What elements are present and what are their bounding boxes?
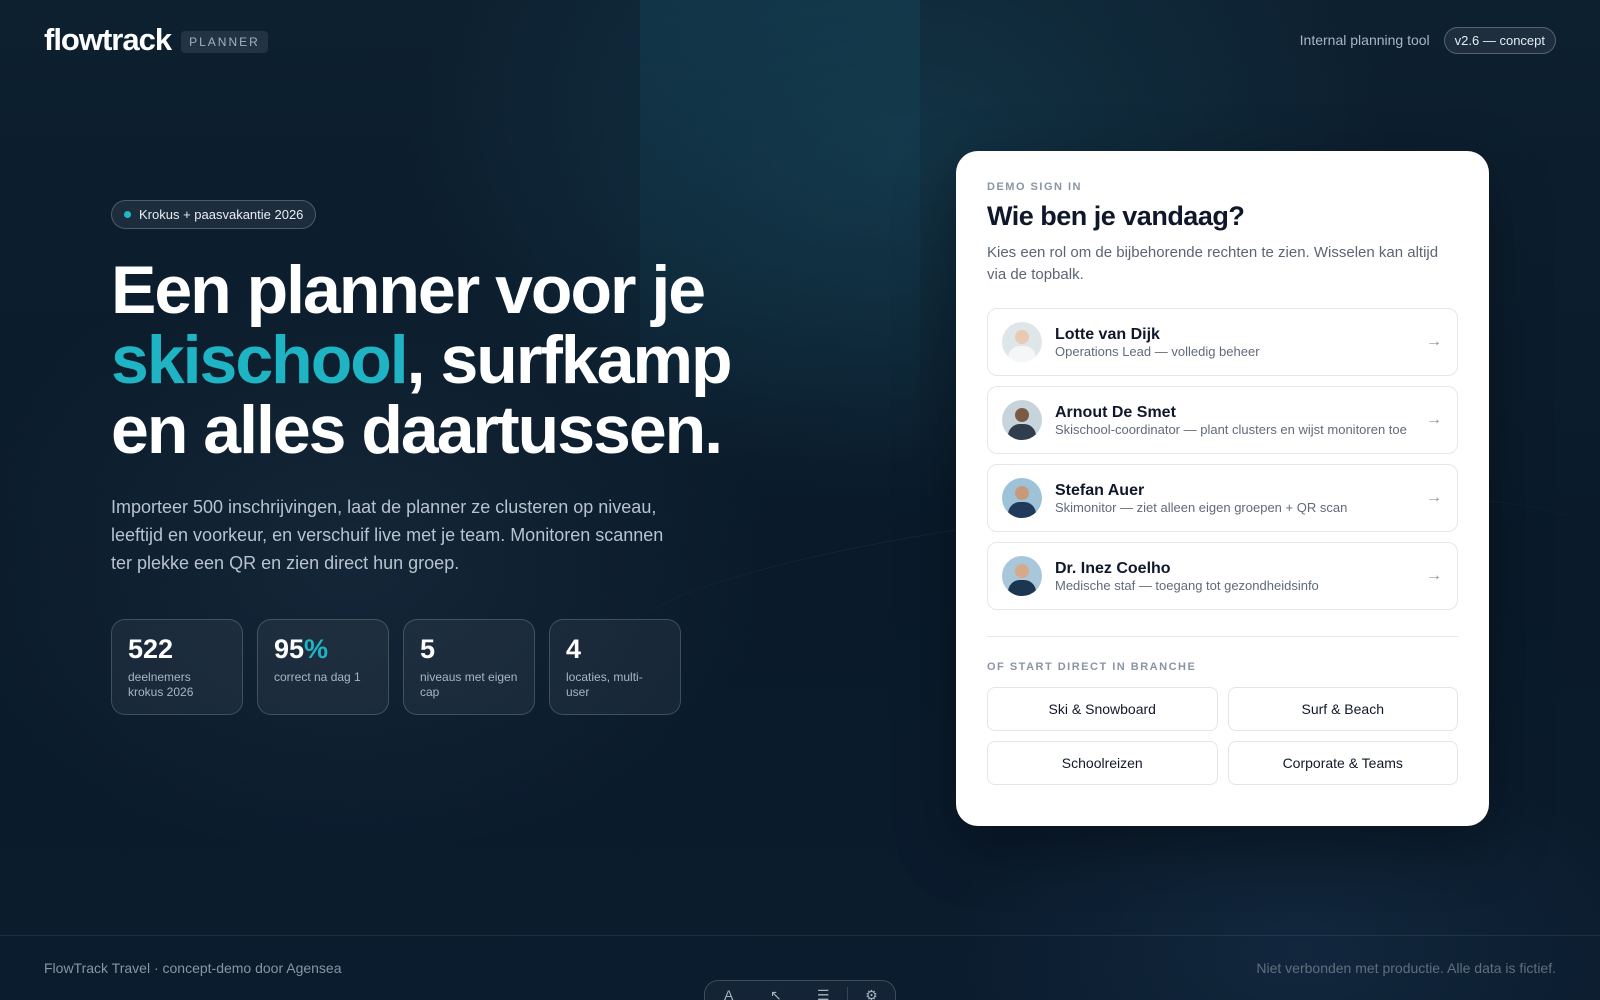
stat-label: niveaus met eigen cap xyxy=(420,670,518,699)
role-description: Skischool-coordinator — plant clusters e… xyxy=(1055,421,1407,437)
role-description: Medische staf — toegang tot gezondheidsi… xyxy=(1055,577,1319,593)
stat-label: deelnemers krokus 2026 xyxy=(128,670,194,699)
arrow-right-icon: → xyxy=(1426,411,1442,428)
toolbar-menu-icon[interactable]: ☰ xyxy=(800,987,847,1000)
stat-value: 5 xyxy=(420,634,436,664)
role-description: Skimonitor — ziet alleen eigen groepen +… xyxy=(1055,499,1348,515)
signin-eyebrow: DEMO SIGN IN xyxy=(987,181,1083,193)
header-right: Internal planning tool v2.6 — concept xyxy=(1299,26,1556,54)
arrow-right-icon: → xyxy=(1426,489,1442,506)
stat-value: 4 xyxy=(566,634,582,664)
role-description: Operations Lead — volledig beheer xyxy=(1055,343,1260,359)
role-option-stefan[interactable]: Stefan Auer Skimonitor — ziet alleen eig… xyxy=(987,464,1458,532)
headline-part1: Een planner voor je xyxy=(111,252,706,328)
hero-headline: Een planner voor je skischool, surfkamp … xyxy=(111,252,733,465)
role-option-arnout[interactable]: Arnout De Smet Skischool-coordinator — p… xyxy=(987,386,1458,454)
toolbar-a-icon[interactable]: A xyxy=(705,987,752,1000)
headline-accent: skischool xyxy=(111,322,409,398)
arrow-right-icon: → xyxy=(1426,333,1442,350)
hero: Krokus + paasvakantie 2026 Een planner v… xyxy=(111,200,733,715)
avatar xyxy=(1002,322,1042,362)
branch-eyebrow: OF START DIRECT IN BRANCHE xyxy=(987,661,1197,673)
status-dot-icon xyxy=(124,211,131,218)
stat-label: locaties, multi-user xyxy=(566,670,643,699)
role-name: Stefan Auer xyxy=(1055,481,1145,499)
stat-value: 522 xyxy=(128,634,174,664)
avatar xyxy=(1002,400,1042,440)
brand[interactable]: flowtrack PLANNER xyxy=(44,22,268,58)
avatar xyxy=(1002,478,1042,518)
branch-button-ski[interactable]: Ski & Snowboard xyxy=(987,687,1218,731)
header-tagline: Internal planning tool xyxy=(1299,32,1430,48)
stats-row: 522 deelnemers krokus 2026 95% correct n… xyxy=(111,619,731,715)
stat-card: 522 deelnemers krokus 2026 xyxy=(111,619,243,715)
footer-divider xyxy=(0,935,1600,936)
footer-disclaimer: Niet verbonden met productie. Alle data … xyxy=(1256,960,1556,976)
arrow-right-icon: → xyxy=(1426,567,1442,584)
avatar xyxy=(1002,556,1042,596)
branch-button-corporate[interactable]: Corporate & Teams xyxy=(1227,741,1458,785)
signin-title: Wie ben je vandaag? xyxy=(987,201,1245,231)
signin-description: Kies een rol om de bijbehorende rechten … xyxy=(987,244,1439,283)
role-name: Lotte van Dijk xyxy=(1055,325,1160,343)
role-name: Arnout De Smet xyxy=(1055,403,1176,421)
stat-card: 95% correct na dag 1 xyxy=(257,619,389,715)
branch-button-surf[interactable]: Surf & Beach xyxy=(1227,687,1458,731)
divider xyxy=(987,636,1458,637)
toolbar-settings-icon[interactable]: ⚙ xyxy=(848,987,895,1000)
stat-card: 5 niveaus met eigen cap xyxy=(403,619,535,715)
dev-toolbar[interactable]: A ↖ ☰ ⚙ xyxy=(704,980,896,1000)
stat-label: correct na dag 1 xyxy=(274,670,361,684)
branch-button-schoolreizen[interactable]: Schoolreizen xyxy=(987,741,1218,785)
branch-grid: Ski & Snowboard Surf & Beach Schoolreize… xyxy=(987,687,1458,785)
footer-credit: FlowTrack Travel · concept-demo door Age… xyxy=(44,960,342,976)
stat-value: 95% xyxy=(274,634,329,664)
stat-card: 4 locaties, multi-user xyxy=(549,619,681,715)
logo-badge: PLANNER xyxy=(181,31,268,53)
hero-description: Importeer 500 inschrijvingen, laat de pl… xyxy=(111,497,664,573)
toolbar-cursor-icon[interactable]: ↖ xyxy=(752,987,799,1000)
role-name: Dr. Inez Coelho xyxy=(1055,559,1171,577)
role-option-inez[interactable]: Dr. Inez Coelho Medische staf — toegang … xyxy=(987,542,1458,610)
season-tag-label: Krokus + paasvakantie 2026 xyxy=(139,207,304,222)
version-badge: v2.6 — concept xyxy=(1443,26,1556,54)
top-bar: flowtrack PLANNER Internal planning tool… xyxy=(44,22,1556,58)
season-tag: Krokus + paasvakantie 2026 xyxy=(111,200,317,229)
role-list: Lotte van Dijk Operations Lead — volledi… xyxy=(987,308,1458,610)
logo[interactable]: flowtrack xyxy=(44,22,172,58)
demo-signin-card: DEMO SIGN IN Wie ben je vandaag? Kies ee… xyxy=(956,151,1489,826)
role-option-lotte[interactable]: Lotte van Dijk Operations Lead — volledi… xyxy=(987,308,1458,376)
